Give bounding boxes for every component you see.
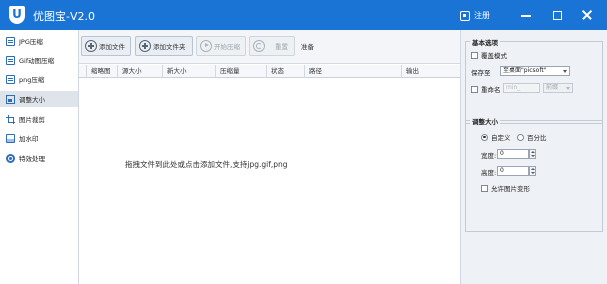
sidebar-item-label: 调整大小 bbox=[19, 96, 45, 104]
sidebar-item-resize[interactable]: 调整大小 bbox=[0, 91, 78, 107]
height-label: 高度: bbox=[481, 169, 497, 177]
basic-options-group: 基本选项 覆盖模式 保存至 至桌面"picsoft" 重命名 min_ 前缀 bbox=[465, 37, 603, 124]
allow-distort-row: 允许图片变形 bbox=[481, 183, 530, 193]
sidebar-item-watermark[interactable]: 加水印 bbox=[0, 130, 78, 146]
add-folder-button[interactable]: 添加文件夹 bbox=[135, 36, 193, 56]
width-spinner[interactable] bbox=[529, 149, 536, 159]
save-to-select[interactable]: 至桌面"picsoft" bbox=[500, 66, 570, 76]
width-value: 0 bbox=[500, 150, 504, 157]
mode-custom-row: 自定义 bbox=[481, 132, 511, 142]
register-label: 注册 bbox=[474, 11, 490, 20]
column-header[interactable]: 新大小 bbox=[163, 65, 216, 78]
sidebar-item-label: 加水印 bbox=[19, 135, 39, 143]
toolbar: 添加文件 添加文件夹 开始压缩 重置 准备 bbox=[79, 30, 460, 64]
column-header[interactable]: 路径 bbox=[305, 65, 402, 78]
close-icon[interactable] bbox=[578, 6, 596, 24]
height-input[interactable]: 0 bbox=[497, 166, 529, 176]
register-button[interactable]: 注册 bbox=[460, 9, 490, 22]
reset-icon bbox=[253, 40, 265, 52]
sidebar-item-label: JPG压缩 bbox=[19, 38, 43, 46]
height-spinner[interactable] bbox=[529, 166, 536, 176]
width-row: 宽度: bbox=[481, 150, 496, 160]
width-label: 宽度: bbox=[481, 152, 497, 160]
resize-options-title: 调整大小 bbox=[470, 116, 500, 126]
sidebar: JPG压缩 Gif动图压缩 png压缩 调整大小 图片裁剪 加水印 特效处理 bbox=[0, 30, 79, 284]
mode-percent-label: 百分比 bbox=[527, 134, 547, 142]
add-file-button[interactable]: 添加文件 bbox=[81, 36, 131, 56]
sidebar-item-label: 图片裁剪 bbox=[19, 116, 45, 124]
app-logo: U bbox=[9, 6, 25, 24]
crop-icon bbox=[6, 114, 15, 124]
start-compress-button[interactable]: 开始压缩 bbox=[196, 36, 246, 56]
rename-label: 重命名 bbox=[481, 86, 501, 94]
sidebar-item-label: 特效处理 bbox=[19, 155, 45, 163]
resize-options-group: 调整大小 自定义 百分比 宽度: 0 高度: 0 允许图片变形 bbox=[465, 116, 603, 232]
sidebar-item-effects[interactable]: 特效处理 bbox=[0, 150, 78, 166]
mode-percent-radio[interactable] bbox=[517, 133, 524, 141]
plus-circle-icon bbox=[85, 40, 97, 52]
sidebar-item-png-compress[interactable]: png压缩 bbox=[0, 71, 78, 87]
allow-distort-checkbox[interactable] bbox=[481, 184, 488, 192]
rename-prefix-input[interactable]: min_ bbox=[503, 83, 540, 93]
height-value: 0 bbox=[500, 167, 504, 174]
width-input[interactable]: 0 bbox=[497, 149, 529, 159]
mode-percent-row: 百分比 bbox=[517, 132, 547, 142]
table-header-spacer bbox=[79, 65, 87, 78]
allow-distort-label: 允许图片变形 bbox=[491, 185, 530, 193]
save-to-label: 保存至 bbox=[471, 69, 491, 77]
basic-options-title: 基本选项 bbox=[470, 37, 500, 47]
column-header[interactable]: 输出 bbox=[402, 65, 460, 78]
title-bar: U 优图宝-V2.0 注册 bbox=[0, 0, 607, 30]
file-table[interactable]: 缩略图 源大小 新大小 压缩量 状态 路径 输出 拖拽文件到此处或点击添加文件,… bbox=[79, 65, 460, 284]
rename-position-select[interactable]: 前缀 bbox=[543, 83, 573, 93]
reset-label: 重置 bbox=[275, 43, 288, 51]
mode-custom-radio[interactable] bbox=[481, 133, 488, 141]
add-folder-label: 添加文件夹 bbox=[153, 43, 186, 51]
register-icon bbox=[460, 10, 470, 21]
sidebar-item-jpg-compress[interactable]: JPG压缩 bbox=[0, 33, 78, 49]
document-icon bbox=[6, 74, 15, 84]
height-row: 高度: bbox=[481, 167, 496, 177]
overwrite-mode-checkbox[interactable] bbox=[471, 51, 478, 59]
drop-hint: 拖拽文件到此处或点击添加文件,支持jpg.gif,png bbox=[125, 160, 288, 169]
rename-position-value: 前缀 bbox=[546, 84, 559, 91]
overwrite-mode-row: 覆盖模式 bbox=[471, 50, 507, 60]
chevron-down-icon bbox=[563, 70, 567, 73]
document-icon bbox=[6, 55, 15, 65]
column-header[interactable]: 压缩量 bbox=[216, 65, 267, 78]
settings-panel: 基本选项 覆盖模式 保存至 至桌面"picsoft" 重命名 min_ 前缀 调… bbox=[460, 30, 607, 284]
mode-custom-label: 自定义 bbox=[491, 134, 511, 142]
start-compress-label: 开始压缩 bbox=[214, 43, 240, 51]
minimize-icon[interactable] bbox=[517, 6, 535, 24]
chevron-down-icon bbox=[566, 87, 570, 90]
rename-checkbox[interactable] bbox=[471, 85, 478, 93]
overwrite-mode-label: 覆盖模式 bbox=[481, 52, 507, 60]
column-header[interactable]: 状态 bbox=[267, 65, 305, 78]
reset-button[interactable]: 重置 bbox=[249, 36, 295, 56]
table-header: 缩略图 源大小 新大小 压缩量 状态 路径 输出 bbox=[79, 65, 460, 78]
sidebar-item-gif-compress[interactable]: Gif动图压缩 bbox=[0, 52, 78, 68]
document-icon bbox=[6, 36, 15, 46]
sidebar-item-crop[interactable]: 图片裁剪 bbox=[0, 111, 78, 127]
status-text: 准备 bbox=[301, 43, 314, 51]
resize-icon bbox=[6, 94, 15, 104]
add-file-label: 添加文件 bbox=[99, 43, 125, 51]
maximize-icon[interactable] bbox=[548, 6, 566, 24]
plus-circle-icon bbox=[139, 40, 151, 52]
rename-prefix-value: min_ bbox=[506, 84, 521, 91]
watermark-icon bbox=[6, 133, 15, 143]
column-header[interactable]: 源大小 bbox=[118, 65, 163, 78]
save-to-value: 至桌面"picsoft" bbox=[503, 67, 547, 74]
column-header[interactable]: 缩略图 bbox=[87, 65, 118, 78]
sidebar-item-label: png压缩 bbox=[19, 76, 45, 84]
app-title: 优图宝-V2.0 bbox=[33, 10, 95, 23]
save-to-row: 保存至 bbox=[471, 67, 491, 77]
effect-icon bbox=[6, 153, 15, 163]
play-icon bbox=[200, 40, 212, 52]
sidebar-item-label: Gif动图压缩 bbox=[19, 57, 55, 65]
rename-row: 重命名 bbox=[471, 84, 501, 94]
